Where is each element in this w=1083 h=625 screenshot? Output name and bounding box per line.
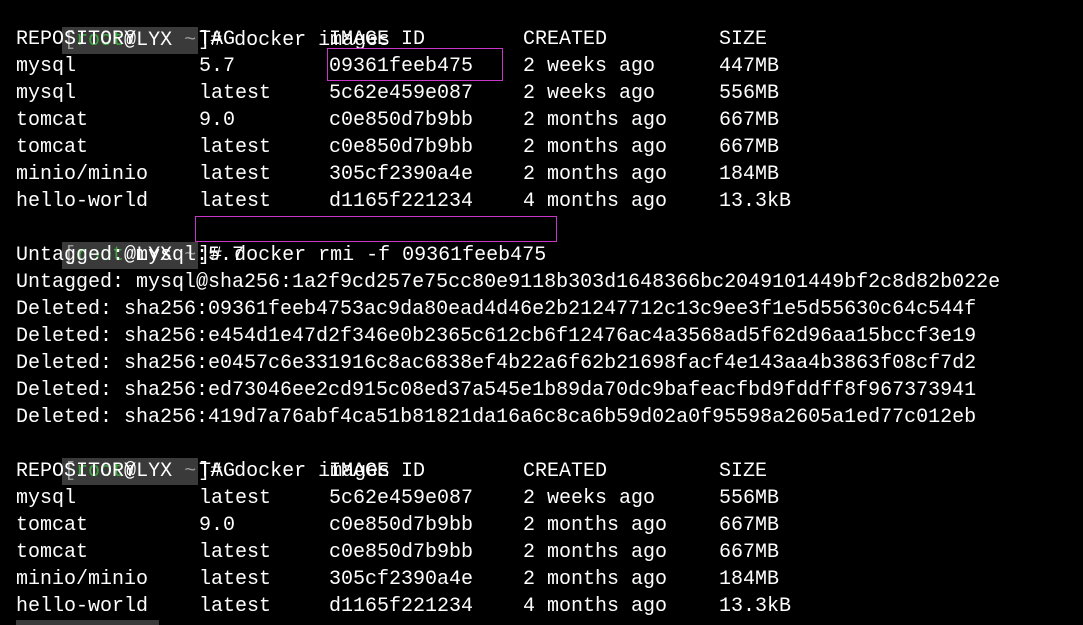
table-cell: tomcat bbox=[16, 541, 89, 564]
table-cell: 305cf2390a4e bbox=[329, 568, 474, 591]
table-cell: 2 months ago bbox=[523, 109, 668, 132]
terminal-window[interactable]: [root@LYX ~]# docker images [root@LYX ~]… bbox=[0, 0, 1083, 625]
table-cell: 4 months ago bbox=[523, 190, 668, 213]
table-row: hello-world latest d1165f221234 4 months ag… bbox=[0, 593, 1083, 620]
table-row: tomcat 9.0 c0e850d7b9bb 2 months ago 667MB bbox=[0, 107, 1083, 134]
table-cell: latest bbox=[199, 163, 272, 186]
table-cell: 667MB bbox=[719, 514, 780, 537]
table-cell: 2 weeks ago bbox=[523, 487, 656, 510]
table-row: tomcat 9.0 c0e850d7b9bb 2 months ago 667MB bbox=[0, 512, 1083, 539]
table-cell: 5c62e459e087 bbox=[329, 82, 474, 105]
table-cell: 667MB bbox=[719, 541, 780, 564]
table-cell: 4 months ago bbox=[523, 595, 668, 618]
table-row: mysql latest 5c62e459e087 2 weeks ago 556MB bbox=[0, 80, 1083, 107]
output-line: Deleted: sha256:419d7a76abf4ca51b81821da… bbox=[16, 406, 977, 429]
table-cell: 13.3kB bbox=[719, 190, 792, 213]
table-cell: minio/minio bbox=[16, 568, 149, 591]
table-cell: 184MB bbox=[719, 568, 780, 591]
table-cell: TAG bbox=[199, 460, 236, 483]
table-cell: d1165f221234 bbox=[329, 190, 474, 213]
output-line: Deleted: sha256:e0457c6e331916c8ac6838ef… bbox=[16, 352, 977, 375]
table-cell: latest bbox=[199, 82, 272, 105]
table-cell: 5.7 bbox=[199, 55, 236, 78]
table-cell: 2 weeks ago bbox=[523, 55, 656, 78]
table-cell: latest bbox=[199, 541, 272, 564]
table-cell: c0e850d7b9bb bbox=[329, 109, 474, 132]
table-cell: 2 months ago bbox=[523, 136, 668, 159]
table-cell: mysql bbox=[16, 487, 77, 510]
table-cell: 667MB bbox=[719, 109, 780, 132]
table-cell: tomcat bbox=[16, 514, 89, 537]
table-cell: hello-world bbox=[16, 595, 149, 618]
table-cell: hello-world bbox=[16, 190, 149, 213]
table-row: minio/minio latest 305cf2390a4e 2 months ag… bbox=[0, 161, 1083, 188]
command-text: docker rmi -f 09361feeb475 bbox=[234, 244, 547, 267]
output-line: Untagged: mysql@sha256:1a2f9cd257e75cc80… bbox=[16, 271, 1001, 294]
table-cell: 2 weeks ago bbox=[523, 82, 656, 105]
table-cell: latest bbox=[199, 595, 272, 618]
table-cell: 2 months ago bbox=[523, 163, 668, 186]
prompt-line-3: [root@LYX ~]# docker images bbox=[16, 431, 390, 485]
prompt-line-2: [root@LYX ~]# docker rmi -f 09361feeb475 bbox=[16, 215, 546, 269]
table-cell: REPOSITORY bbox=[16, 28, 137, 51]
table-cell: IMAGE ID bbox=[329, 460, 426, 483]
table-cell: REPOSITORY bbox=[16, 460, 137, 483]
table-cell: latest bbox=[199, 568, 272, 591]
output-line: Deleted: sha256:09361feeb4753ac9da80ead4… bbox=[16, 298, 977, 321]
table-cell: mysql bbox=[16, 82, 77, 105]
table-cell: 2 months ago bbox=[523, 514, 668, 537]
table-cell: IMAGE ID bbox=[329, 28, 426, 51]
table-cell: latest bbox=[199, 136, 272, 159]
table-cell: 2 months ago bbox=[523, 568, 668, 591]
output-line: Deleted: sha256:e454d1e47d2f346e0b2365c6… bbox=[16, 325, 977, 348]
table-row: tomcat latest c0e850d7b9bb 2 months ago 667M… bbox=[0, 134, 1083, 161]
table-cell: c0e850d7b9bb bbox=[329, 541, 474, 564]
table-cell: tomcat bbox=[16, 109, 89, 132]
table-cell: SIZE bbox=[719, 28, 768, 51]
table-cell: latest bbox=[199, 190, 272, 213]
table-cell: TAG bbox=[199, 28, 236, 51]
table-cell: 184MB bbox=[719, 163, 780, 186]
table-cell: CREATED bbox=[523, 28, 608, 51]
table-cell: 2 months ago bbox=[523, 541, 668, 564]
table-cell: 9.0 bbox=[199, 109, 236, 132]
table-header-row: REPOSITORY TAG IMAGE ID CREATED SIZE bbox=[0, 26, 1083, 53]
table-row: tomcat latest c0e850d7b9bb 2 months ago 667M… bbox=[0, 539, 1083, 566]
output-line: Untagged: mysql:5.7 bbox=[16, 244, 245, 267]
table-cell: CREATED bbox=[523, 460, 608, 483]
table-row: mysql 5.7 09361feeb475 2 weeks ago 447MB bbox=[0, 53, 1083, 80]
table-cell: minio/minio bbox=[16, 163, 149, 186]
table-cell: 556MB bbox=[719, 487, 780, 510]
table-cell: c0e850d7b9bb bbox=[329, 136, 474, 159]
table-header-row: REPOSITORY TAG IMAGE ID CREATED SIZE bbox=[0, 458, 1083, 485]
table-row: hello-world latest d1165f221234 4 months ag… bbox=[0, 188, 1083, 215]
table-cell: mysql bbox=[16, 55, 77, 78]
prompt-line-1: [root@LYX ~]# docker images bbox=[16, 0, 390, 54]
table-cell: 305cf2390a4e bbox=[329, 163, 474, 186]
table-cell: 9.0 bbox=[199, 514, 236, 537]
table-cell: tomcat bbox=[16, 136, 89, 159]
table-cell: 09361feeb475 bbox=[329, 55, 474, 78]
table-row: mysql latest 5c62e459e087 2 weeks ago 556MB bbox=[0, 485, 1083, 512]
table-cell: 667MB bbox=[719, 136, 780, 159]
output-line: Deleted: sha256:ed73046ee2cd915c08ed37a5… bbox=[16, 379, 977, 402]
table-cell: 447MB bbox=[719, 55, 780, 78]
table-cell: c0e850d7b9bb bbox=[329, 514, 474, 537]
table-row: minio/minio latest 305cf2390a4e 2 months ag… bbox=[0, 566, 1083, 593]
table-cell: 556MB bbox=[719, 82, 780, 105]
table-cell: 5c62e459e087 bbox=[329, 487, 474, 510]
table-cell: SIZE bbox=[719, 460, 768, 483]
cursor-block bbox=[16, 620, 159, 625]
table-cell: 13.3kB bbox=[719, 595, 792, 618]
table-cell: d1165f221234 bbox=[329, 595, 474, 618]
table-cell: latest bbox=[199, 487, 272, 510]
